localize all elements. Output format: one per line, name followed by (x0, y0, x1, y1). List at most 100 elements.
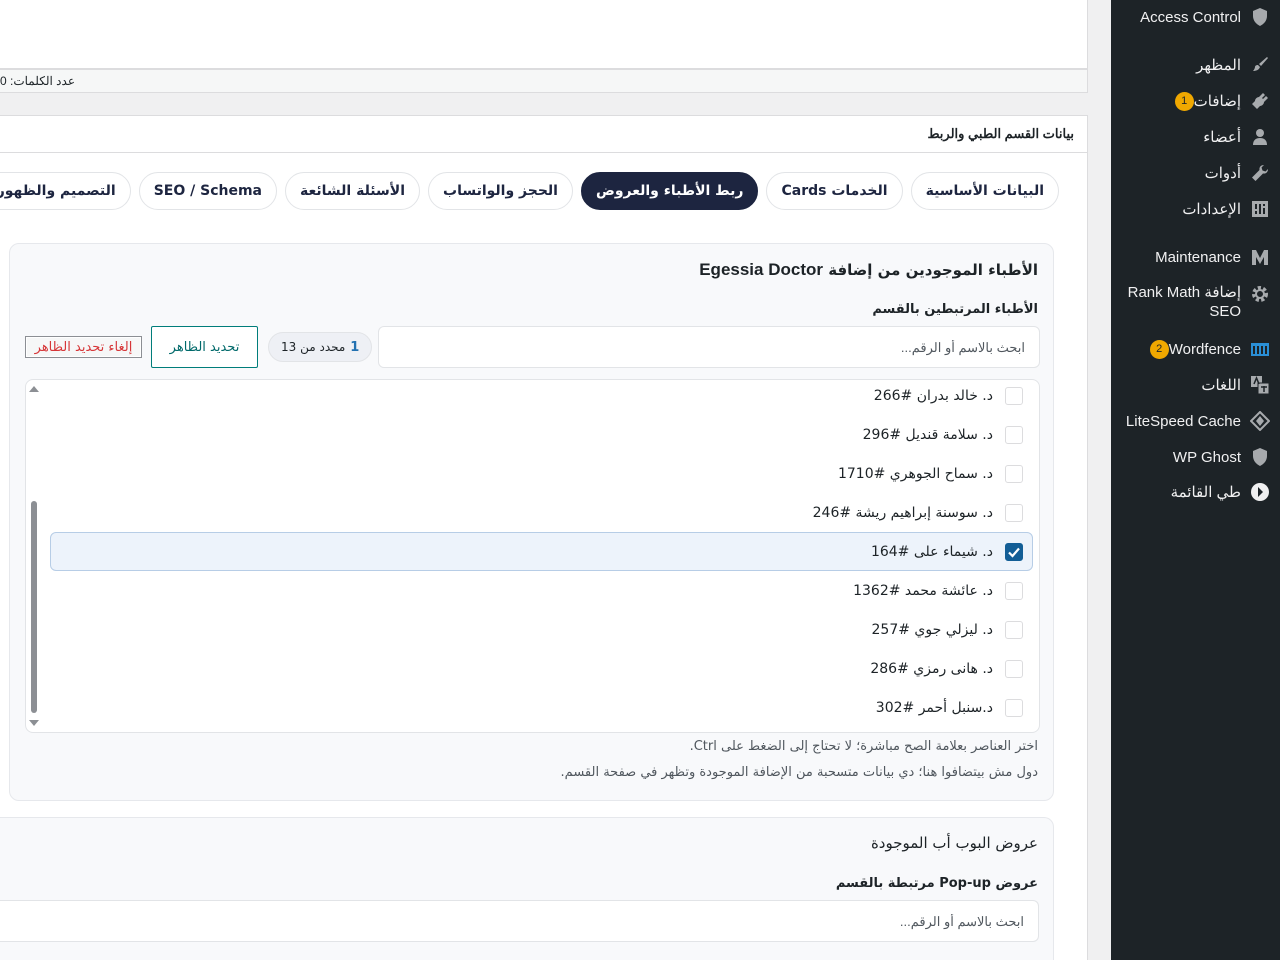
sidebar-collapse-menu[interactable]: طي القائمة (1111, 481, 1280, 503)
sidebar-item-languages[interactable]: اللغات (1111, 374, 1280, 396)
doctor-name: د. سماح الجوهري #1710 (837, 465, 993, 482)
hint-source: دول مش بيتضافوا هنا؛ دي بيانات متسحبة من… (560, 765, 1038, 780)
sidebar-item-label: اللغات (1201, 376, 1241, 394)
list-scrollbar[interactable] (28, 380, 40, 732)
doctor-name: د. عائشة محمد #1362 (853, 582, 993, 599)
doctor-row[interactable]: د. خالد بدران #266 (50, 380, 1033, 415)
doctor-name: د. ليزلي جوي #257 (871, 621, 994, 638)
doctor-checkbox[interactable] (1005, 620, 1023, 639)
checkmark-icon (1008, 547, 1020, 558)
sidebar-item-settings[interactable]: الإعدادات (1111, 198, 1280, 220)
tab-basic-info[interactable]: البيانات الأساسية (910, 172, 1059, 210)
doctor-checkbox[interactable] (1005, 503, 1023, 522)
popups-panel-title: عروض البوب أب الموجودة (870, 834, 1038, 852)
sidebar-item-label: الإعدادات (1182, 200, 1241, 218)
doctors-panel-title-plugin: Egessia Doctor (699, 260, 823, 279)
wrench-icon (1249, 162, 1271, 184)
tab-booking-whatsapp[interactable]: الحجز والواتساب (428, 172, 573, 210)
settings-icon (1249, 198, 1271, 220)
selected-count-badge: 1 محدد من 13 (268, 332, 373, 362)
word-count-bar: عدد الكلمات: 0 (0, 69, 1088, 93)
doctors-panel-title-prefix: الأطباء الموجودين من إضافة (828, 261, 1038, 279)
doctor-checkbox[interactable] (1005, 386, 1023, 405)
rank-math-label-line1: Rank Math إضافة (1127, 284, 1241, 301)
sidebar-item-label: إضافات (1193, 92, 1241, 110)
popups-panel: عروض البوب أب الموجودة عروض Pop-up مرتبط… (0, 817, 1054, 960)
doctor-name: د. هانى رمزي #286 (870, 660, 993, 677)
scroll-up-arrow[interactable] (29, 386, 39, 392)
doctor-row[interactable]: د. ليزلي جوي #257 (50, 610, 1033, 649)
tab-services-cards[interactable]: الخدمات Cards (766, 172, 903, 210)
sidebar-item-label: Access Control (1140, 8, 1241, 26)
sidebar-item-maintenance[interactable]: Maintenance (1111, 246, 1280, 268)
doctor-row[interactable]: د. سلامة قنديل #296 (50, 415, 1033, 454)
sidebar-item-label: المظهر (1196, 56, 1241, 74)
doctor-name: د. شيماء على #164 (870, 543, 993, 560)
user-icon (1249, 126, 1271, 148)
doctors-list[interactable]: د. خالد بدران #266 د. سلامة قنديل #296 د. … (25, 379, 1040, 733)
doctors-panel: الأطباء الموجودين من إضافة Egessia Docto… (9, 243, 1054, 801)
maintenance-icon (1249, 246, 1271, 268)
doctor-checkbox[interactable] (1005, 542, 1023, 561)
metabox-title: بيانات القسم الطبي والربط (927, 126, 1074, 141)
doctor-checkbox[interactable] (1005, 464, 1023, 483)
sidebar-item-label: LiteSpeed Cache (1125, 412, 1241, 430)
sidebar-item-tools[interactable]: أدوات (1111, 162, 1280, 184)
wordfence-icon (1249, 338, 1271, 360)
sidebar-item-label: WP Ghost (1172, 448, 1241, 466)
sidebar-item-access-control[interactable]: Access Control (1111, 6, 1280, 28)
select-visible-button[interactable]: تحديد الظاهر (151, 326, 258, 368)
sidebar-item-label: Wordfence (1168, 340, 1241, 358)
doctor-checkbox[interactable] (1005, 581, 1023, 600)
hint-checkbox: اختر العناصر بعلامة الصح مباشرة؛ لا تحتا… (689, 739, 1038, 754)
selected-count-suffix: محدد من 13 (281, 340, 346, 354)
tab-doctors-offers[interactable]: ربط الأطباء والعروض (580, 172, 759, 210)
doctor-row[interactable]: د. سماح الجوهري #1710 (50, 454, 1033, 493)
metabox-header[interactable]: بيانات القسم الطبي والربط (0, 115, 1088, 153)
litespeed-icon (1249, 410, 1271, 432)
doctor-checkbox[interactable] (1005, 698, 1023, 717)
rank-math-label-line2: SEO (1209, 303, 1241, 320)
doctor-checkbox[interactable] (1005, 425, 1023, 444)
sidebar-item-users[interactable]: أعضاء (1111, 126, 1280, 148)
deselect-visible-button[interactable]: إلغاء تحديد الظاهر (25, 336, 142, 358)
tab-faq[interactable]: الأسئلة الشائعة (285, 172, 420, 210)
sidebar-item-rank-math[interactable]: Rank Math إضافة SEO (1111, 283, 1280, 321)
tab-design-display[interactable]: التصميم والظهور (0, 172, 131, 210)
sidebar-item-wordfence[interactable]: 2 Wordfence (1111, 338, 1280, 360)
translate-icon (1249, 374, 1271, 396)
doctors-search-input[interactable] (378, 326, 1040, 368)
plugin-icon (1249, 90, 1271, 112)
metabox-body: البيانات الأساسية الخدمات Cards ربط الأط… (0, 153, 1088, 960)
popups-search-input[interactable] (0, 900, 1039, 942)
doctor-name: د. سلامة قنديل #296 (862, 426, 993, 443)
tab-seo-schema[interactable]: SEO / Schema (138, 172, 277, 210)
sidebar-item-label: أدوات (1204, 164, 1241, 182)
doctor-name: د. سوسنة إبراهيم ريشة #246 (812, 504, 993, 521)
gear-icon (1249, 283, 1271, 305)
admin-sidebar: Access Control المظهر 1 إضافات أعضاء أدو… (1111, 0, 1280, 960)
doctor-row[interactable]: د.سنبل أحمر #302 (50, 688, 1033, 727)
sidebar-item-label: Rank Math إضافة SEO (1128, 283, 1241, 321)
paintbrush-icon (1249, 54, 1271, 76)
doctor-name: د. خالد بدران #266 (873, 387, 993, 404)
doctors-panel-title: الأطباء الموجودين من إضافة Egessia Docto… (699, 260, 1038, 280)
doctor-row[interactable]: د. عائشة محمد #1362 (50, 571, 1033, 610)
sidebar-item-litespeed-cache[interactable]: LiteSpeed Cache (1111, 410, 1280, 432)
shield-icon (1249, 6, 1271, 28)
sidebar-item-wp-ghost[interactable]: WP Ghost (1111, 446, 1280, 468)
sidebar-item-appearance[interactable]: المظهر (1111, 54, 1280, 76)
scroll-down-arrow[interactable] (29, 720, 39, 726)
doctor-row[interactable]: د. شيماء على #164 (50, 532, 1033, 571)
sidebar-item-plugins[interactable]: 1 إضافات (1111, 90, 1280, 112)
selected-count: 1 (350, 339, 360, 355)
plugins-update-badge: 1 (1174, 91, 1194, 111)
doctor-row[interactable]: د. هانى رمزي #286 (50, 649, 1033, 688)
ghost-shield-icon (1249, 446, 1271, 468)
word-count: عدد الكلمات: 0 (0, 74, 75, 88)
doctor-checkbox[interactable] (1005, 659, 1023, 678)
editor-area[interactable] (0, 0, 1088, 69)
sidebar-item-label: أعضاء (1203, 128, 1241, 146)
doctor-row[interactable]: د. سوسنة إبراهيم ريشة #246 (50, 493, 1033, 532)
scroll-thumb[interactable] (31, 501, 37, 713)
